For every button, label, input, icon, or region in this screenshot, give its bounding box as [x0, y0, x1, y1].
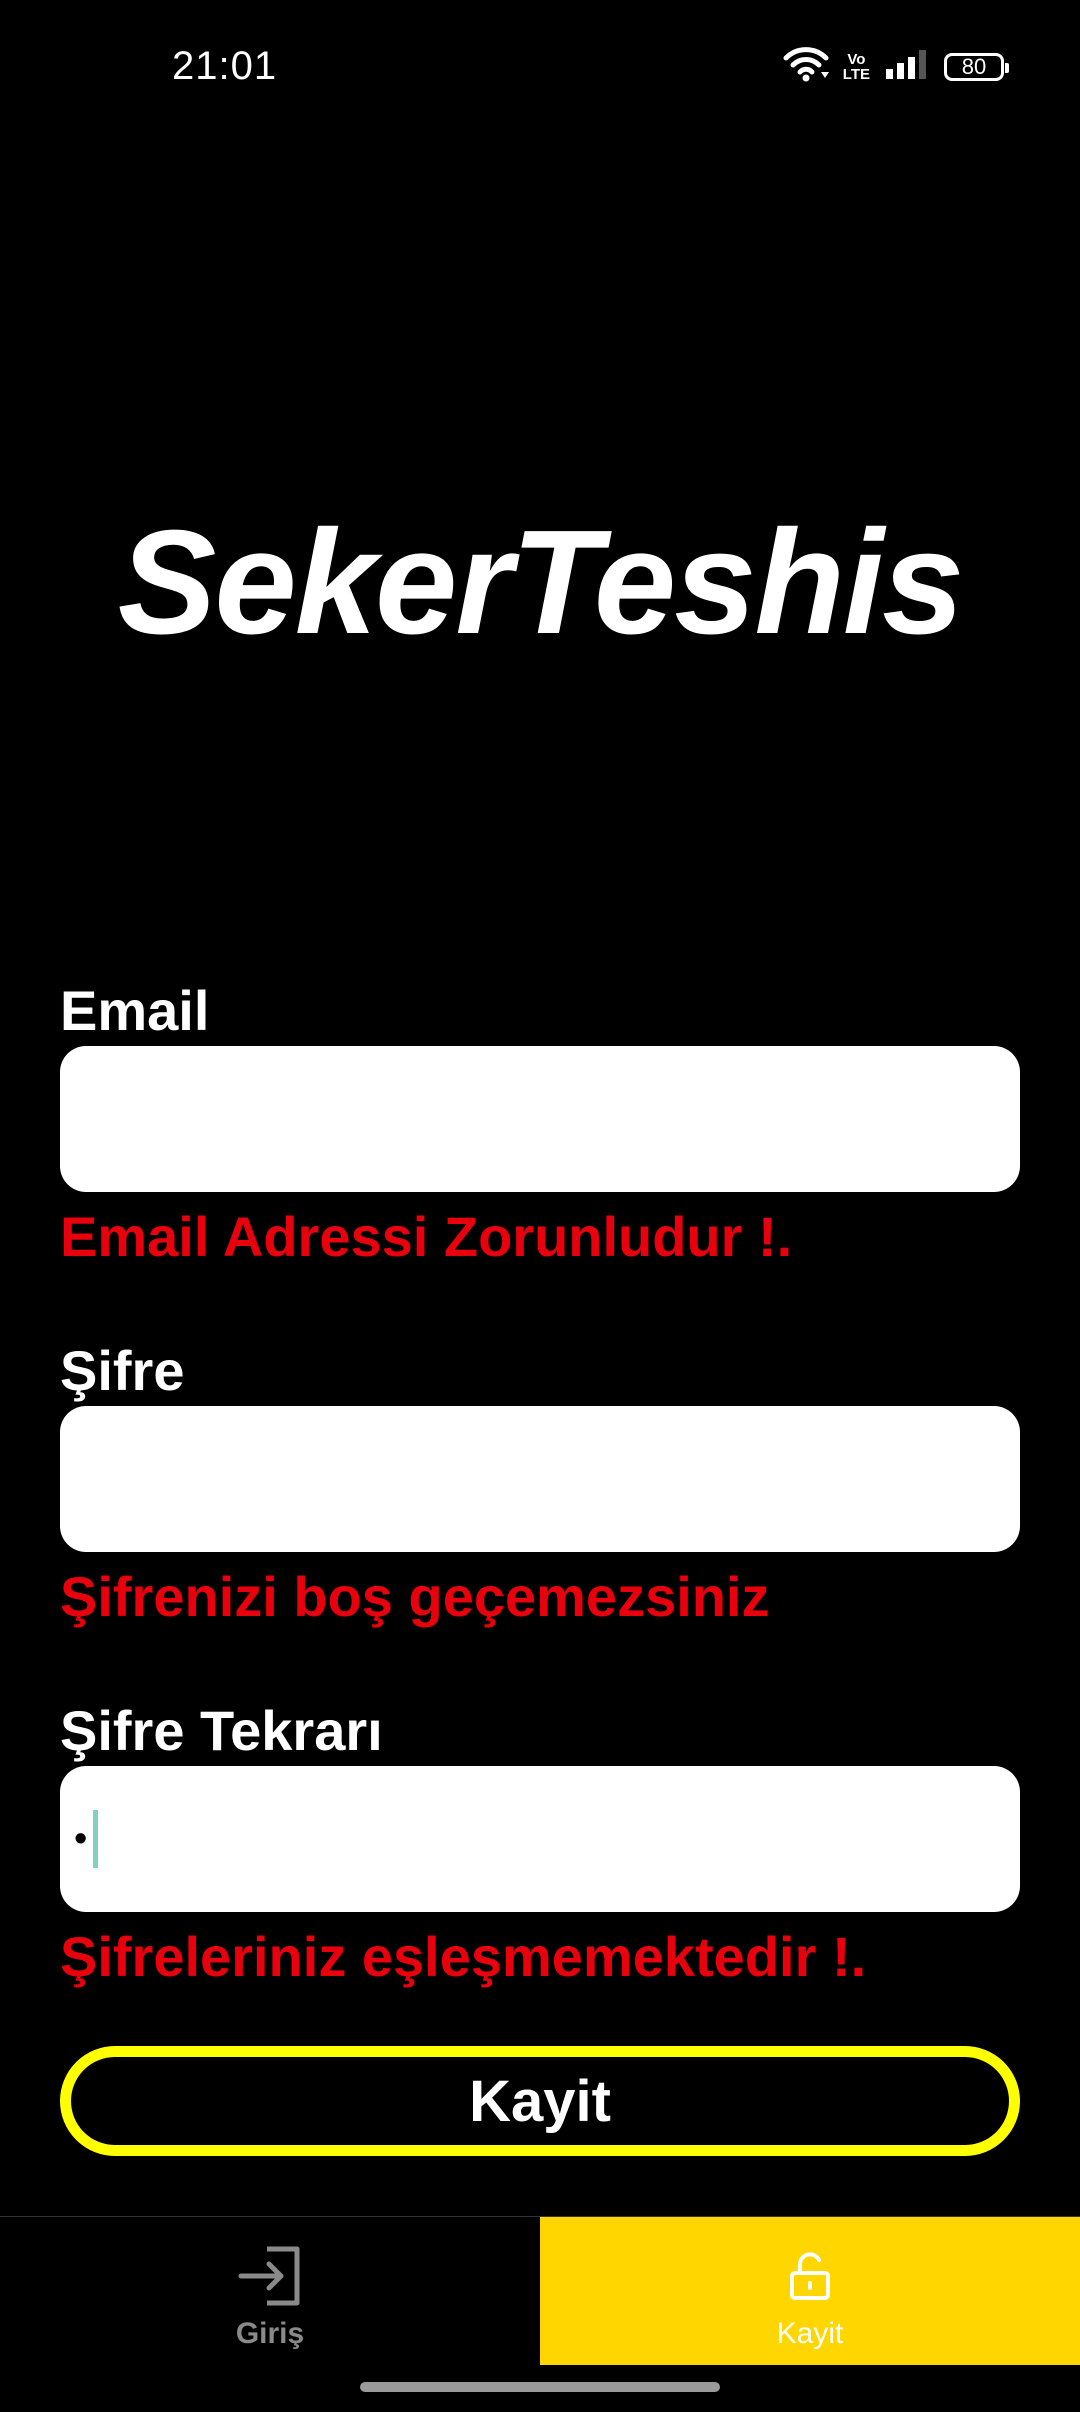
app-title: SekerTeshis: [117, 500, 965, 665]
bottom-nav: Giriş Kayit: [0, 2216, 1080, 2365]
password-repeat-value: •: [74, 1818, 88, 1860]
text-caret: [93, 1810, 99, 1868]
battery-level: 80: [961, 53, 987, 79]
email-label: Email: [60, 979, 210, 1042]
password-repeat-value-wrap: •: [74, 1810, 99, 1868]
password-field[interactable]: [60, 1406, 1020, 1552]
login-arrow-icon: [235, 2241, 305, 2311]
email-field[interactable]: [60, 1046, 1020, 1192]
password-repeat-label: Şifre Tekrarı: [60, 1699, 383, 1762]
volte-bottom: LTE: [842, 65, 870, 83]
register-button[interactable]: Kayit: [60, 2046, 1020, 2156]
email-error: Email Adressi Zorunludur !.: [60, 1205, 793, 1268]
volte-top: Vo: [847, 50, 866, 68]
password-error: Şifrenizi boş geçemezsiniz: [60, 1565, 770, 1628]
nav-item-login[interactable]: Giriş: [0, 2217, 540, 2365]
status-icons: Vo LTE 80: [783, 46, 1009, 87]
wifi-icon: [783, 46, 829, 87]
volte-icon: Vo LTE: [843, 52, 870, 82]
nav-label-register: Kayit: [776, 2317, 844, 2350]
unlock-icon: [775, 2241, 845, 2311]
nav-item-register[interactable]: Kayit: [540, 2217, 1080, 2365]
password-label: Şifre: [60, 1339, 185, 1402]
password-repeat-field[interactable]: •: [60, 1766, 1020, 1912]
home-indicator[interactable]: [360, 2382, 720, 2392]
battery-icon: 80: [944, 52, 1009, 81]
password-repeat-error: Şifreleriniz eşleşmemektedir !.: [60, 1925, 867, 1988]
signal-icon: [884, 47, 930, 86]
status-time: 21:01: [172, 44, 278, 88]
nav-label-login: Giriş: [235, 2317, 305, 2350]
status-bar: 21:01 Vo LTE 80: [0, 0, 1080, 140]
